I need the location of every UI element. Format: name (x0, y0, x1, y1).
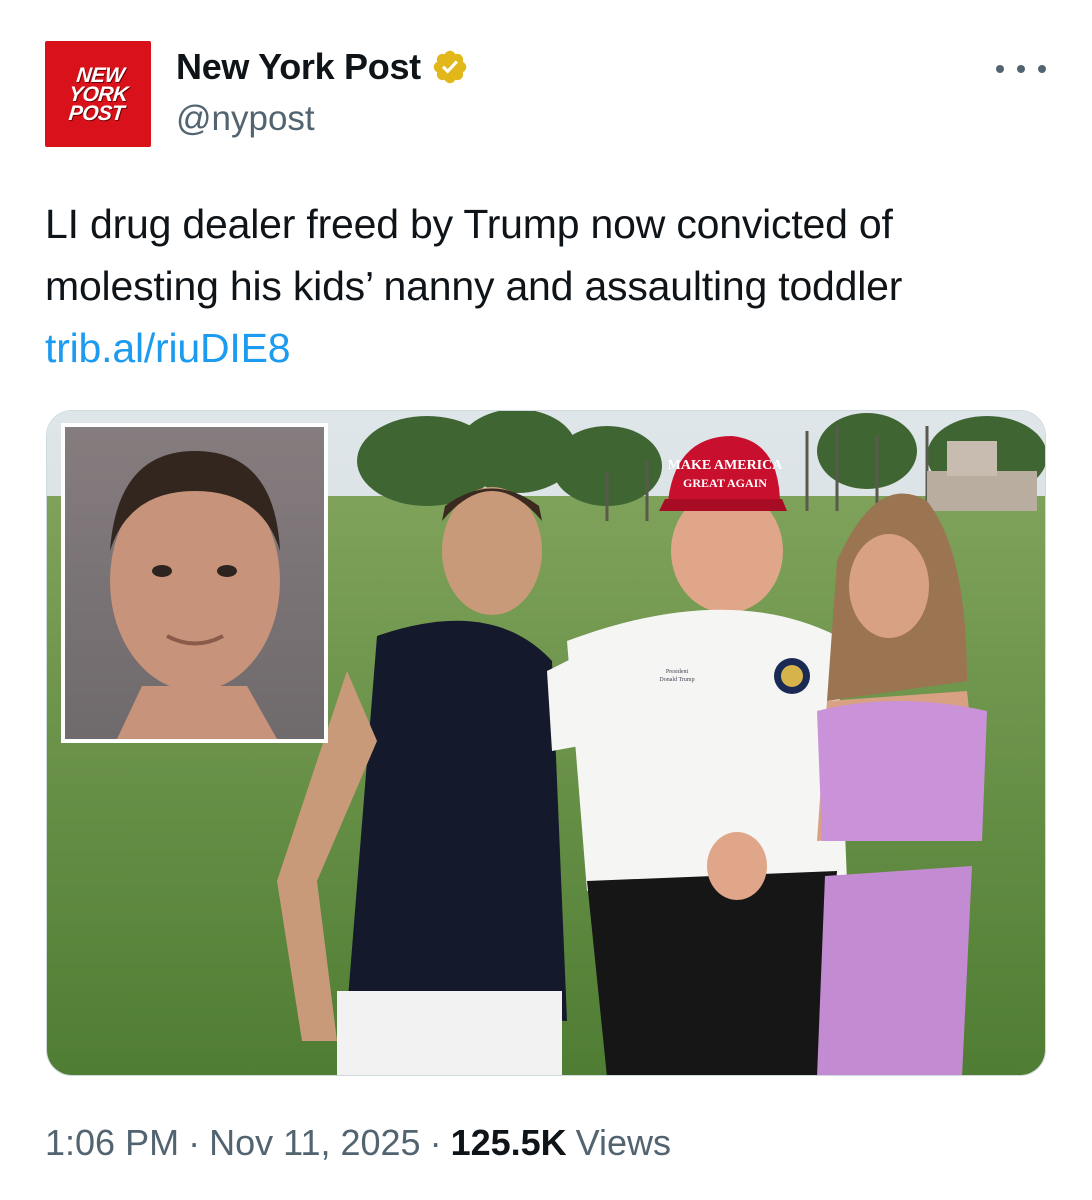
author-name-row: New York Post (176, 46, 469, 88)
tweet-time[interactable]: 1:06 PM (45, 1122, 179, 1164)
logo-line-2: YORK (67, 82, 129, 106)
views-label: Views (575, 1122, 672, 1163)
shirt-text-line-2: Donald Trump (659, 677, 694, 683)
tweet-date[interactable]: Nov 11, 2025 (209, 1122, 420, 1164)
tweet-link[interactable]: trib.al/riuDIE8 (45, 317, 1055, 379)
more-dot (1038, 65, 1046, 73)
tweet-body: LI drug dealer freed by Trump now convic… (45, 201, 903, 309)
views-count: 125.5K (450, 1122, 567, 1163)
avatar[interactable]: NEW YORK POST (45, 41, 151, 147)
tweet-card: NEW YORK POST New York Post @nypost LI d… (0, 0, 1092, 1200)
hat-text-line-1: MAKE AMERICA (668, 458, 784, 473)
tweet-photo[interactable]: MAKE AMERICA GREAT AGAIN President Donal… (46, 410, 1046, 1076)
shirt-text-line-1: President (666, 669, 689, 675)
separator: · (188, 1122, 201, 1163)
display-name[interactable]: New York Post (176, 46, 421, 88)
more-dot (996, 65, 1004, 73)
photo-illustration: MAKE AMERICA GREAT AGAIN President Donal… (47, 411, 1045, 1075)
tweet-text: LI drug dealer freed by Trump now convic… (45, 193, 1055, 379)
verified-badge-icon[interactable] (431, 48, 469, 86)
more-options-icon[interactable] (996, 56, 1046, 82)
hat-text-line-2: GREAT AGAIN (683, 476, 767, 490)
separator: · (429, 1122, 442, 1163)
nypost-logo: NEW YORK POST (66, 63, 131, 125)
logo-line-3: POST (67, 101, 125, 125)
author-handle[interactable]: @nypost (176, 99, 315, 139)
logo-line-1: NEW (75, 63, 125, 87)
tweet-metadata: 1:06 PM · Nov 11, 2025 · 125.5K Views (45, 1122, 671, 1164)
more-dot (1017, 65, 1025, 73)
